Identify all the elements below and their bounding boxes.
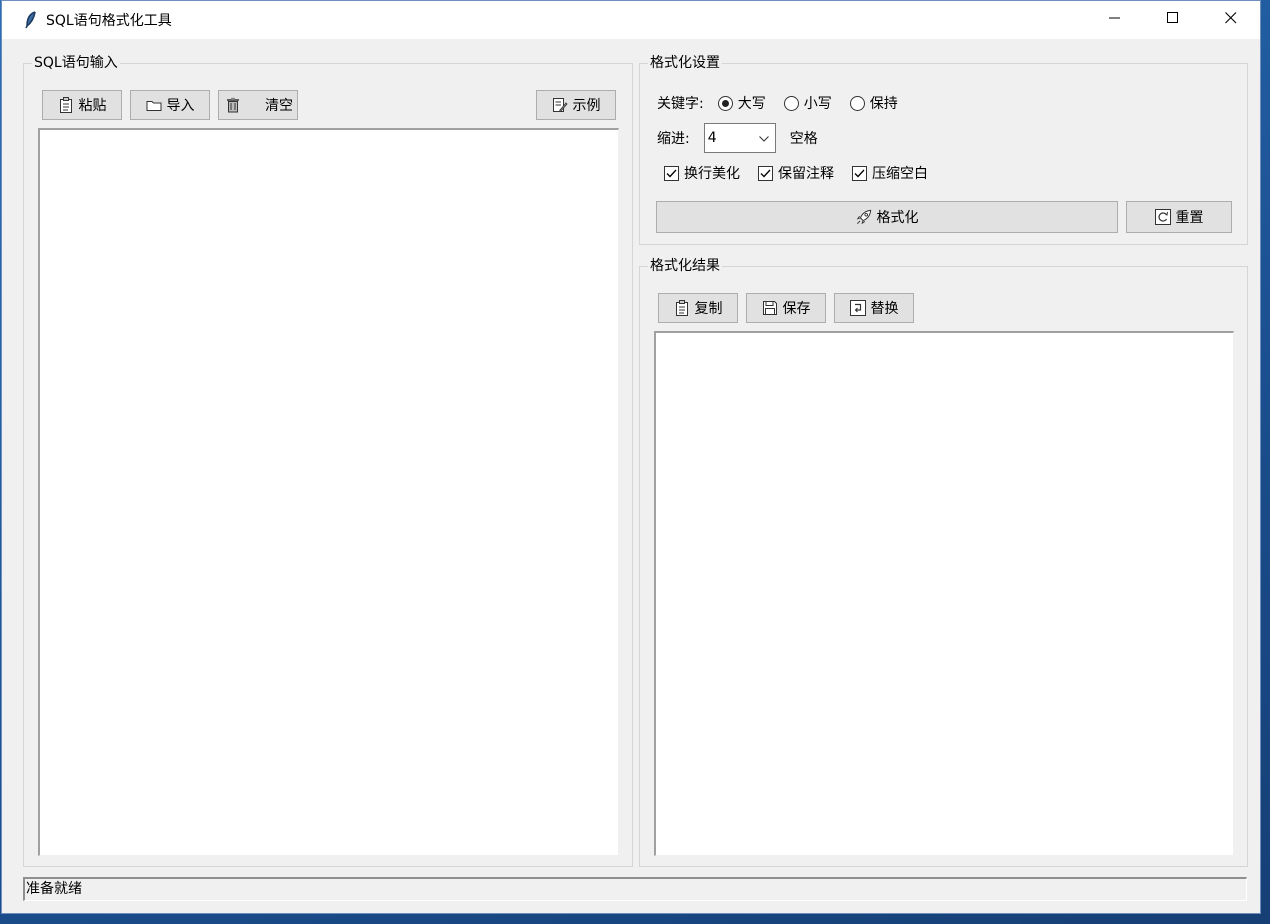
beautify-checkbox[interactable]: 换行美化 bbox=[664, 163, 740, 183]
options-row: 换行美化 保留注释 压缩空白 bbox=[664, 163, 946, 183]
compress-whitespace-checkbox[interactable]: 压缩空白 bbox=[852, 163, 928, 183]
note-edit-icon bbox=[552, 97, 568, 113]
minimize-icon bbox=[1109, 12, 1121, 28]
window-title: SQL语句格式化工具 bbox=[46, 13, 172, 29]
chevron-down-icon bbox=[758, 130, 769, 146]
format-button[interactable]: 格式化 bbox=[656, 201, 1118, 233]
clear-button-label: 清空 bbox=[265, 98, 293, 114]
status-bar: 准备就绪 bbox=[23, 877, 1247, 901]
result-group-title: 格式化结果 bbox=[648, 257, 722, 275]
save-button[interactable]: 保存 bbox=[746, 293, 826, 323]
window-controls bbox=[1086, 1, 1260, 39]
checkbox-checked-icon bbox=[758, 165, 773, 181]
trash-icon bbox=[225, 97, 241, 113]
rocket-icon bbox=[856, 209, 872, 225]
settings-group: 格式化设置 关键字: 大写 小写 保持 缩进: 4 空格 换行美化 保留注释 压… bbox=[639, 54, 1248, 245]
import-button-label: 导入 bbox=[166, 98, 195, 114]
result-group: 格式化结果 复制 保存 替换 bbox=[639, 257, 1248, 867]
keep-comments-checkbox[interactable]: 保留注释 bbox=[758, 163, 834, 183]
reset-button-label: 重置 bbox=[1175, 210, 1204, 226]
keyword-keep-radio[interactable]: 保持 bbox=[849, 93, 898, 113]
indent-label: 缩进: bbox=[657, 131, 690, 147]
copy-button[interactable]: 复制 bbox=[658, 293, 738, 323]
maximize-button[interactable] bbox=[1144, 1, 1202, 39]
keyword-lower-radio[interactable]: 小写 bbox=[783, 93, 832, 113]
indent-select-value: 4 bbox=[707, 130, 717, 146]
replace-button[interactable]: 替换 bbox=[834, 293, 914, 323]
input-group-title: SQL语句输入 bbox=[32, 54, 120, 72]
compress-whitespace-label: 压缩空白 bbox=[872, 166, 928, 182]
keyword-upper-radio[interactable]: 大写 bbox=[717, 93, 766, 113]
checkbox-checked-icon bbox=[664, 165, 679, 181]
keyword-upper-label: 大写 bbox=[737, 96, 766, 112]
format-button-label: 格式化 bbox=[876, 210, 919, 226]
save-button-label: 保存 bbox=[782, 301, 811, 317]
keyword-case-row: 关键字: 大写 小写 保持 bbox=[657, 93, 916, 113]
feather-icon bbox=[24, 11, 38, 29]
settings-group-title: 格式化设置 bbox=[648, 54, 722, 72]
close-button[interactable] bbox=[1202, 1, 1260, 39]
folder-icon bbox=[146, 97, 162, 113]
floppy-disk-icon bbox=[762, 300, 778, 316]
sql-input-textarea[interactable] bbox=[38, 128, 619, 856]
copy-button-label: 复制 bbox=[694, 301, 723, 317]
close-icon bbox=[1225, 12, 1237, 28]
beautify-label: 换行美化 bbox=[684, 166, 740, 182]
replace-button-label: 替换 bbox=[870, 301, 899, 317]
replace-icon bbox=[849, 300, 866, 316]
checkbox-checked-icon bbox=[852, 165, 867, 181]
paste-button[interactable]: 粘贴 bbox=[42, 90, 122, 120]
formatted-result-textarea[interactable] bbox=[654, 331, 1234, 856]
title-bar[interactable]: SQL语句格式化工具 bbox=[2, 1, 1260, 39]
clear-button[interactable]: 清空 bbox=[218, 90, 298, 120]
import-button[interactable]: 导入 bbox=[130, 90, 210, 120]
keyword-lower-label: 小写 bbox=[803, 96, 832, 112]
clipboard-icon bbox=[674, 300, 690, 316]
refresh-icon bbox=[1154, 209, 1171, 225]
keyword-keep-label: 保持 bbox=[869, 96, 898, 112]
example-button[interactable]: 示例 bbox=[536, 90, 616, 120]
indent-select[interactable]: 4 bbox=[703, 123, 776, 153]
paste-button-label: 粘贴 bbox=[78, 98, 107, 114]
minimize-button[interactable] bbox=[1086, 1, 1144, 39]
keep-comments-label: 保留注释 bbox=[778, 166, 834, 182]
radio-unselected-icon bbox=[849, 95, 865, 111]
example-button-label: 示例 bbox=[572, 98, 601, 114]
clipboard-icon bbox=[58, 97, 74, 113]
reset-button[interactable]: 重置 bbox=[1126, 201, 1232, 233]
indent-row: 缩进: 4 空格 bbox=[657, 123, 818, 153]
indent-unit-label: 空格 bbox=[789, 131, 818, 147]
radio-unselected-icon bbox=[783, 95, 799, 111]
input-group: SQL语句输入 粘贴 导入 清空 示例 bbox=[23, 54, 633, 867]
maximize-icon bbox=[1167, 12, 1179, 28]
radio-selected-icon bbox=[717, 95, 733, 111]
keyword-label: 关键字: bbox=[657, 96, 704, 112]
app-window: SQL语句格式化工具 SQL语句输入 粘贴 导入 清空 示例 格式化设置 关键字… bbox=[1, 0, 1261, 914]
